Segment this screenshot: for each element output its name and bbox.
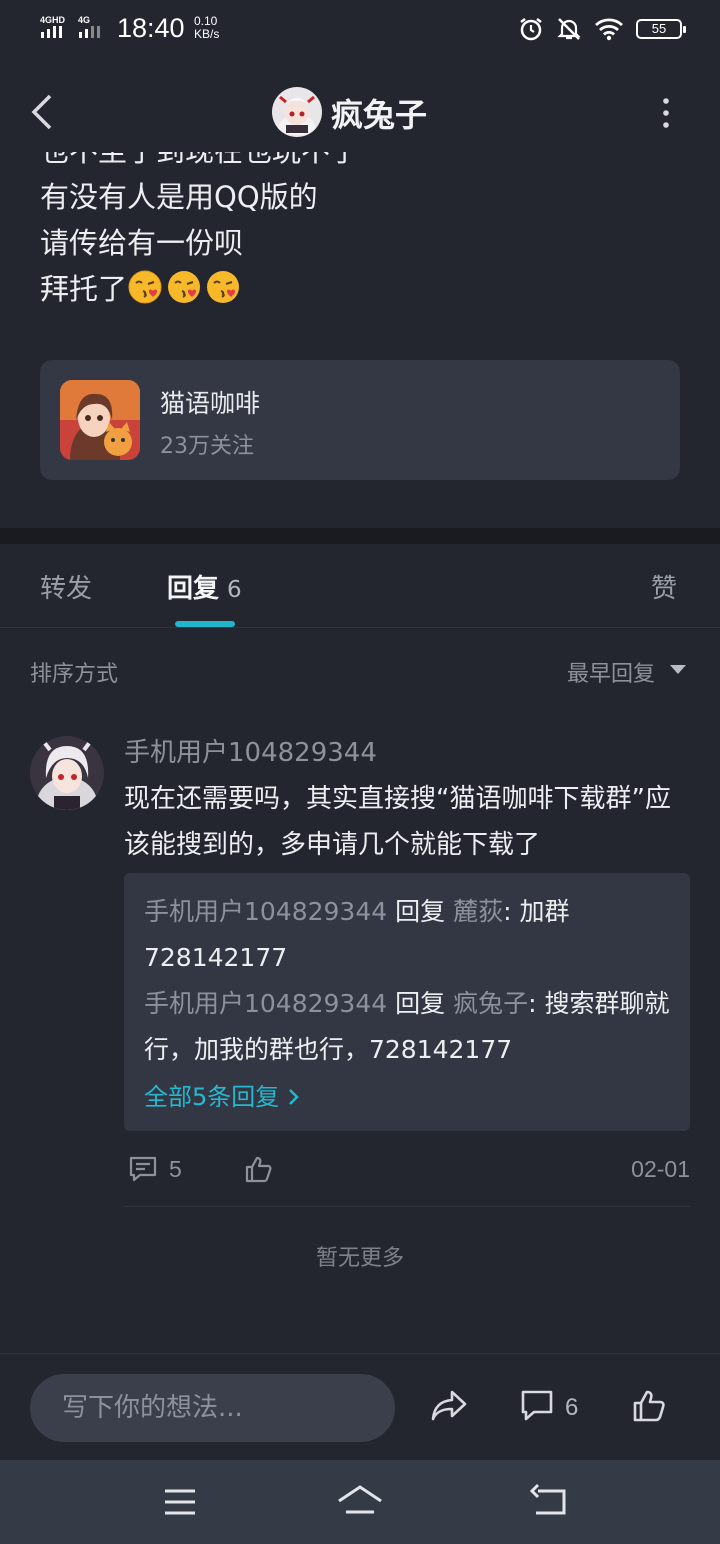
sort-dropdown[interactable]: 最早回复 — [567, 656, 655, 688]
menu-icon[interactable] — [160, 1482, 200, 1522]
comment-icon[interactable] — [520, 1388, 554, 1424]
comment-input[interactable]: 写下你的想法... — [30, 1374, 395, 1442]
net-speed: 0.10 KB/s — [194, 14, 220, 41]
system-nav-bar — [0, 1460, 720, 1544]
comment-text: 现在还需要吗，其实直接搜“猫语咖啡下载群”应该能搜到的，多申请几个就能下载了 — [124, 784, 671, 860]
svg-text:4G: 4G — [78, 15, 90, 25]
comment-count: 6 — [565, 1394, 579, 1421]
kissing-face-emoji-icon — [128, 270, 162, 304]
author-avatar[interactable] — [272, 87, 322, 137]
back-nav-icon[interactable] — [528, 1482, 568, 1522]
status-bar: 4GHD 4G 18:40 0.10 KB/s 55 — [0, 0, 720, 58]
share-icon[interactable] — [430, 1388, 468, 1424]
comment-date: 02-01 — [631, 1156, 690, 1182]
sub-replies-box[interactable]: 手机用户104829344 回复 麓荻: 加群728142177 手机用户104… — [124, 873, 690, 1131]
post-clipped-line: 也不至于到现在也玩不了 — [40, 152, 680, 182]
separator — [124, 1206, 690, 1207]
forum-avatar — [60, 380, 140, 460]
kissing-face-emoji-icon — [207, 271, 240, 303]
sub-reply: 手机用户104829344 回复 疯兔子: 搜索群聊就行，加我的群也行，7281… — [144, 989, 670, 1064]
tab-forward[interactable]: 转发 — [40, 568, 92, 605]
active-tab-indicator — [175, 621, 235, 627]
mute-bell-icon — [557, 18, 581, 40]
chevron-right-icon — [289, 1089, 299, 1105]
alarm-icon — [520, 18, 542, 41]
comment-reply-count: 5 — [169, 1156, 182, 1182]
post-line: 请传给有一份呗 — [40, 226, 244, 260]
sort-label: 排序方式 — [30, 662, 119, 687]
tab-reply[interactable]: 回复 6 — [167, 568, 242, 605]
post-line: 拜托了 — [40, 266, 680, 312]
all-replies-link[interactable]: 全部5条回复 — [144, 1077, 301, 1112]
clock: 18:40 — [117, 13, 185, 43]
commenter-name[interactable]: 手机用户104829344 — [124, 732, 377, 769]
tab-bar: 转发 回复 6 赞 — [0, 544, 720, 628]
thumbs-up-icon[interactable] — [244, 1154, 274, 1184]
sub-reply: 手机用户104829344 回复 麓荻: 加群728142177 — [144, 897, 570, 972]
commenter-avatar[interactable] — [30, 736, 104, 810]
tab-like[interactable]: 赞 — [651, 568, 677, 605]
wifi-icon — [595, 18, 623, 41]
more-options-icon[interactable] — [656, 96, 676, 130]
bottom-action-bar: 写下你的想法... 6 — [0, 1353, 720, 1460]
top-nav: 疯兔子 — [0, 70, 720, 154]
thumbs-up-icon[interactable] — [632, 1388, 666, 1424]
dropdown-arrow-icon[interactable] — [670, 665, 686, 674]
post-body: 也不至于到现在也玩不了 有没有人是用QQ版的 请传给有一份呗 拜托了 — [40, 152, 680, 332]
back-arrow-icon[interactable] — [28, 92, 58, 132]
author-name[interactable]: 疯兔子 — [331, 90, 427, 136]
forum-followers: 23万关注 — [160, 434, 254, 459]
forum-card[interactable]: 猫语咖啡 23万关注 — [40, 360, 680, 480]
signal-icon: 4GHD 4G — [40, 15, 100, 38]
kissing-face-emoji-icon — [168, 271, 201, 303]
home-icon[interactable] — [336, 1482, 384, 1522]
svg-text:4GHD: 4GHD — [40, 15, 66, 25]
comment-actions: 5 02-01 — [124, 1150, 690, 1190]
section-divider — [0, 528, 720, 544]
no-more-label: 暂无更多 — [315, 1246, 404, 1271]
battery-icon: 55 — [636, 19, 686, 39]
comment-icon[interactable] — [128, 1154, 158, 1184]
forum-name: 猫语咖啡 — [160, 389, 261, 418]
